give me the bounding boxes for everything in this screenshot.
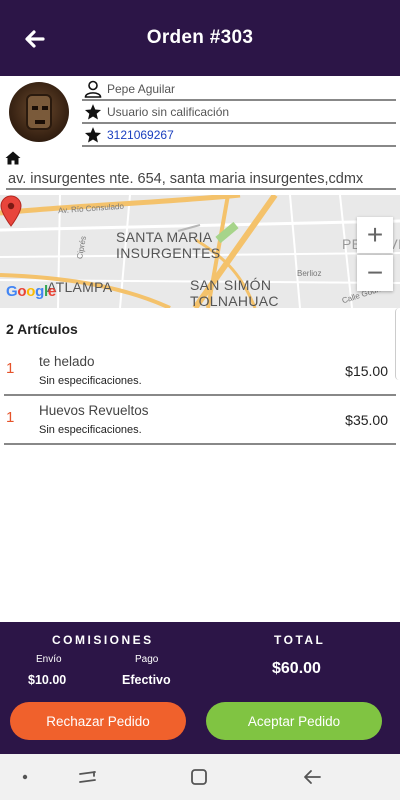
customer-name-row: Pepe Aguilar bbox=[82, 79, 396, 101]
total-value: $60.00 bbox=[272, 660, 321, 677]
scroll-edge bbox=[395, 308, 400, 380]
recent-apps-icon[interactable] bbox=[77, 767, 99, 787]
delivery-address: av. insurgentes nte. 654, santa maria in… bbox=[6, 168, 396, 190]
customer-rating: Usuario sin calificación bbox=[107, 105, 230, 119]
customer-name: Pepe Aguilar bbox=[107, 82, 176, 96]
list-item: 1 te helado Sin especificaciones. $15.00 bbox=[4, 348, 396, 396]
customer-rating-row: Usuario sin calificación bbox=[82, 102, 396, 124]
arrow-left-icon bbox=[25, 30, 45, 48]
zoom-out-button[interactable]: − bbox=[357, 255, 393, 291]
star-icon bbox=[84, 126, 102, 144]
page-title: Orden #303 bbox=[146, 27, 254, 48]
app-header: Orden #303 bbox=[0, 0, 400, 76]
payment-value: Efectivo bbox=[122, 673, 171, 687]
map-pin-icon bbox=[0, 195, 22, 227]
home-nav-icon[interactable] bbox=[189, 767, 209, 787]
map-view[interactable]: SANTA MARIA INSURGENTES SAN SIMÓN TOLNAH… bbox=[0, 195, 400, 308]
avatar bbox=[9, 82, 69, 142]
order-screen: Orden #303 Pepe Aguilar Usuario sin cali… bbox=[0, 0, 400, 800]
customer-phone-link[interactable]: 3121069267 bbox=[107, 128, 174, 142]
back-nav-icon[interactable] bbox=[301, 767, 323, 787]
accept-order-button[interactable]: Aceptar Pedido bbox=[206, 702, 382, 740]
customer-phone-row: 3121069267 bbox=[82, 125, 396, 147]
google-logo: Google bbox=[6, 283, 56, 300]
home-icon bbox=[5, 151, 21, 165]
item-quantity: 1 bbox=[6, 360, 15, 377]
item-name: Huevos Revueltos bbox=[39, 403, 149, 418]
items-count: 2 Artículos bbox=[6, 321, 78, 337]
map-label-san-simon: SAN SIMÓN TOLNAHUAC bbox=[190, 277, 279, 308]
system-nav-bar bbox=[0, 754, 400, 800]
item-spec: Sin especificaciones. bbox=[39, 375, 142, 387]
list-item: 1 Huevos Revueltos Sin especificaciones.… bbox=[4, 397, 396, 445]
user-icon bbox=[84, 80, 102, 98]
nav-dot-icon bbox=[22, 774, 28, 780]
reject-order-button[interactable]: Rechazar Pedido bbox=[10, 702, 186, 740]
order-footer: COMISIONES Envío $10.00 Pago Efectivo TO… bbox=[0, 622, 400, 754]
item-spec: Sin especificaciones. bbox=[39, 424, 142, 436]
total-label: TOTAL bbox=[274, 633, 326, 647]
back-button[interactable] bbox=[22, 26, 48, 52]
map-label-atlampa: ATLAMPA bbox=[47, 279, 113, 295]
star-icon bbox=[84, 103, 102, 121]
item-quantity: 1 bbox=[6, 409, 15, 426]
shipping-label: Envío bbox=[36, 654, 62, 665]
avatar-mask-image bbox=[26, 94, 52, 130]
map-street-berlioz: Berlioz bbox=[297, 269, 322, 278]
item-price: $15.00 bbox=[345, 363, 388, 379]
item-name: te helado bbox=[39, 354, 95, 369]
item-price: $35.00 bbox=[345, 412, 388, 428]
map-label-santa-maria: SANTA MARIA INSURGENTES bbox=[116, 229, 221, 261]
shipping-value: $10.00 bbox=[28, 673, 67, 687]
zoom-in-button[interactable]: + bbox=[357, 217, 393, 253]
payment-label: Pago bbox=[135, 654, 159, 665]
commissions-label: COMISIONES bbox=[52, 633, 154, 647]
